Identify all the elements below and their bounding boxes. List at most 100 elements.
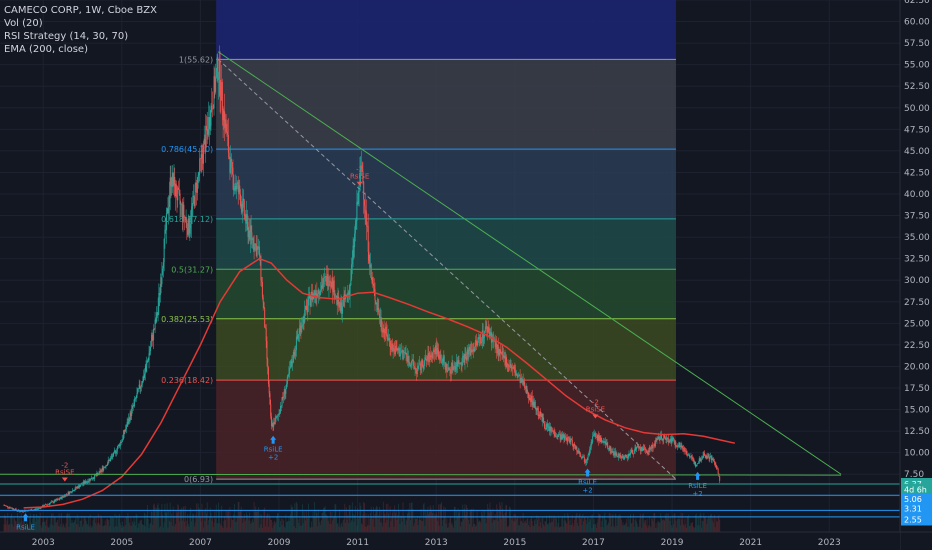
candle-body	[650, 448, 652, 450]
candle-body	[386, 333, 388, 340]
candle-body	[633, 450, 635, 454]
price-axis-tick-label: 50.00	[904, 104, 930, 114]
candle-body	[713, 459, 715, 462]
candle-body	[612, 451, 614, 454]
candle-body	[168, 206, 170, 213]
candle-body	[626, 454, 628, 457]
candle-body	[255, 243, 257, 245]
candle-body	[417, 365, 419, 369]
candle-body	[370, 264, 372, 278]
candle-body	[498, 349, 500, 356]
fib-band-extension	[216, 0, 676, 60]
candle-body	[324, 277, 326, 278]
candle-body	[592, 435, 594, 437]
candle-body	[470, 349, 472, 356]
candle-body	[682, 445, 684, 449]
candle-body	[49, 503, 51, 505]
candle-body	[565, 437, 567, 439]
candle-body	[673, 438, 675, 440]
candle-body	[508, 365, 510, 367]
candle-body	[408, 356, 410, 363]
candle-body	[190, 223, 192, 229]
candle-body	[624, 456, 626, 458]
candle-body	[578, 450, 580, 454]
price-axis-tick-label: 55.00	[904, 61, 930, 71]
candle-body	[7, 506, 9, 508]
long-signal-label: RsiLE	[688, 482, 707, 490]
candle-body	[199, 158, 201, 174]
candle-body	[415, 368, 417, 371]
candle-body	[295, 336, 297, 351]
candle-body	[164, 229, 166, 239]
price-axis-tick-label: 15.00	[904, 406, 930, 416]
candle-body	[413, 360, 415, 366]
candle-body	[478, 337, 480, 338]
symbol-title[interactable]: CAMECO CORP, 1W, Cboe BZX	[4, 4, 157, 17]
fib-level-label: 0.5(31.27)	[171, 265, 213, 274]
candle-body	[587, 454, 589, 458]
rsi-strategy-label[interactable]: RSI Strategy (14, 30, 70)	[4, 30, 157, 43]
candle-body	[529, 397, 531, 401]
price-chart[interactable]: 1(55.62)0.786(45.20)0.618(37.12)0.5(31.2…	[0, 0, 932, 550]
candle-body	[283, 396, 285, 399]
candle-body	[399, 354, 401, 356]
candle-body	[74, 489, 76, 491]
candle-body	[286, 384, 288, 389]
candle-body	[125, 429, 127, 432]
candle-body	[183, 204, 185, 218]
candle-body	[363, 199, 365, 206]
candle-body	[629, 452, 631, 455]
candle-body	[119, 442, 121, 447]
price-axis-tick-label: 52.50	[904, 82, 930, 92]
candle-body	[458, 360, 460, 364]
candle-body	[256, 247, 258, 256]
candle-body	[426, 359, 428, 361]
candle-body	[269, 393, 271, 405]
candle-body	[327, 273, 329, 287]
candle-body	[588, 452, 590, 455]
candle-body	[192, 195, 194, 207]
fib-level-label: 0.382(25.53)	[161, 315, 213, 324]
candle-body	[527, 392, 529, 399]
candle-body	[268, 384, 270, 394]
candle-body	[100, 469, 102, 472]
price-badge-text: 2.55	[904, 515, 922, 524]
candle-body	[286, 376, 288, 385]
candle-body	[416, 368, 418, 375]
time-axis-tick-label: 2009	[268, 538, 291, 548]
candle-body	[595, 433, 597, 438]
price-axis-tick-label: 40.00	[904, 190, 930, 200]
candle-body	[701, 459, 703, 461]
candle-body	[137, 388, 139, 389]
candle-body	[228, 152, 230, 158]
candle-body	[122, 434, 124, 440]
candle-body	[168, 195, 170, 207]
candle-body	[574, 443, 576, 446]
candle-body	[230, 158, 232, 162]
candle-body	[580, 454, 582, 457]
candle-body	[149, 350, 151, 354]
candle-body	[683, 448, 685, 451]
candle-body	[242, 198, 244, 212]
candle-body	[701, 457, 703, 460]
candle-body	[277, 416, 279, 417]
ema-indicator-label[interactable]: EMA (200, close)	[4, 43, 157, 56]
candle-body	[437, 348, 439, 351]
candle-body	[420, 367, 422, 370]
candle-body	[266, 341, 268, 359]
candle-body	[571, 439, 573, 440]
volume-indicator-label[interactable]: Vol (20)	[4, 17, 157, 30]
candle-body	[713, 461, 715, 463]
candle-body	[649, 447, 651, 449]
candle-body	[450, 369, 452, 374]
price-badge-text: 3.31	[904, 504, 922, 513]
chart-container[interactable]: 1(55.62) 0.786(45.20) 0.618(37.12) 0.5(31.2…	[0, 0, 932, 550]
candle-body	[460, 362, 462, 365]
candle-body	[692, 458, 694, 460]
candle-body	[150, 346, 152, 351]
candle-body	[354, 233, 356, 248]
candle-body	[162, 262, 164, 269]
candle-body	[329, 280, 331, 282]
candle-body	[20, 511, 22, 513]
candle-body	[645, 450, 647, 452]
